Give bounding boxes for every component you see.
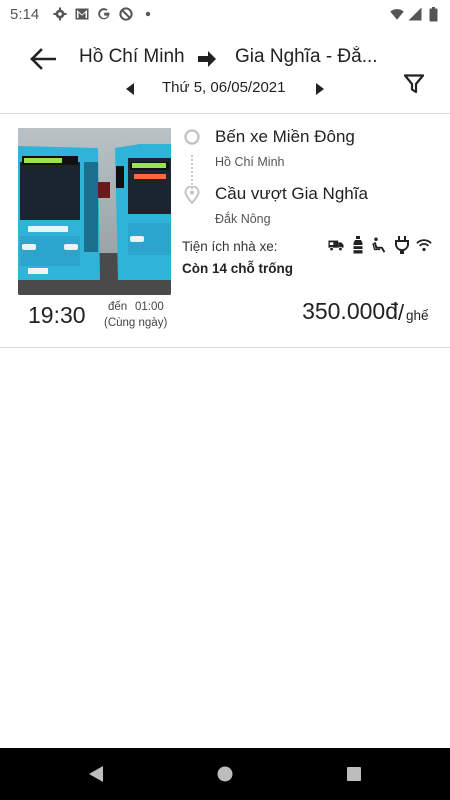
- nav-home-button[interactable]: [213, 762, 237, 786]
- filter-button[interactable]: [402, 72, 426, 96]
- departure-time: 19:30: [28, 302, 86, 328]
- trip-card[interactable]: 19:30 đến 01:00 (Cùng ngày) Bến xe Miền …: [0, 115, 450, 348]
- status-time: 5:14: [10, 5, 40, 23]
- water-bottle-icon: [350, 236, 366, 254]
- status-bar: 5:14: [0, 0, 450, 28]
- origin-stop-name: Bến xe Miền Đông: [215, 127, 355, 146]
- lens-icon: [119, 7, 133, 21]
- google-icon: [97, 7, 111, 21]
- route-destination: Gia Nghĩa - Đắ...: [235, 46, 378, 67]
- signal-icon: [408, 7, 422, 21]
- amenities-list: [328, 236, 432, 254]
- status-system-icons: [390, 6, 440, 21]
- nav-recents-button[interactable]: [342, 762, 366, 786]
- battery-icon: [426, 6, 440, 21]
- arrow-right-icon: [196, 48, 218, 70]
- back-button[interactable]: [28, 46, 58, 72]
- arrival-note: (Cùng ngày): [104, 317, 168, 329]
- gear-icon: [53, 7, 67, 21]
- nav-back-button[interactable]: [84, 762, 108, 786]
- triangle-back-icon: [89, 766, 103, 782]
- available-seats: Còn 14 chỗ trống: [182, 261, 293, 276]
- ticket-price: 350.000đ: [302, 298, 398, 324]
- arrival-time: 01:00: [135, 301, 164, 313]
- amenities-label: Tiện ích nhà xe:: [182, 239, 278, 254]
- caret-left-icon: [125, 83, 134, 95]
- gmail-icon: [75, 7, 89, 21]
- price-unit: ghế: [406, 308, 429, 323]
- travel-date[interactable]: Thứ 5, 06/05/2021: [162, 79, 285, 96]
- status-notification-icons: [53, 7, 155, 21]
- filter-icon: [404, 74, 424, 94]
- bus-photo: [18, 128, 171, 295]
- arrival-label: đến: [108, 301, 128, 313]
- wifi-icon: [416, 236, 432, 254]
- caret-right-icon: [315, 83, 324, 95]
- system-nav-bar: [0, 748, 450, 800]
- dot-icon: [141, 7, 155, 21]
- square-recents-icon: [347, 767, 361, 781]
- arrow-left-icon: [30, 48, 56, 70]
- origin-stop-area: Hồ Chí Minh: [215, 155, 285, 169]
- origin-circle-icon: [184, 129, 200, 145]
- next-date-button[interactable]: [312, 82, 326, 96]
- route-origin: Hồ Chí Minh: [79, 46, 185, 67]
- destination-stop-name: Cầu vượt Gia Nghĩa: [215, 184, 368, 203]
- reclining-seat-icon: [372, 236, 388, 254]
- charger-plug-icon: [394, 236, 410, 254]
- previous-date-button[interactable]: [123, 82, 137, 96]
- circle-home-icon: [217, 766, 233, 782]
- wifi-icon: [390, 7, 404, 21]
- search-header: Hồ Chí Minh Gia Nghĩa - Đắ... Thứ 5, 06/…: [0, 28, 450, 114]
- truck-icon: [328, 236, 344, 254]
- location-pin-icon: [184, 185, 200, 205]
- destination-stop-area: Đắk Nông: [215, 212, 271, 226]
- price-separator: /: [398, 300, 405, 325]
- route-connector: [191, 155, 193, 189]
